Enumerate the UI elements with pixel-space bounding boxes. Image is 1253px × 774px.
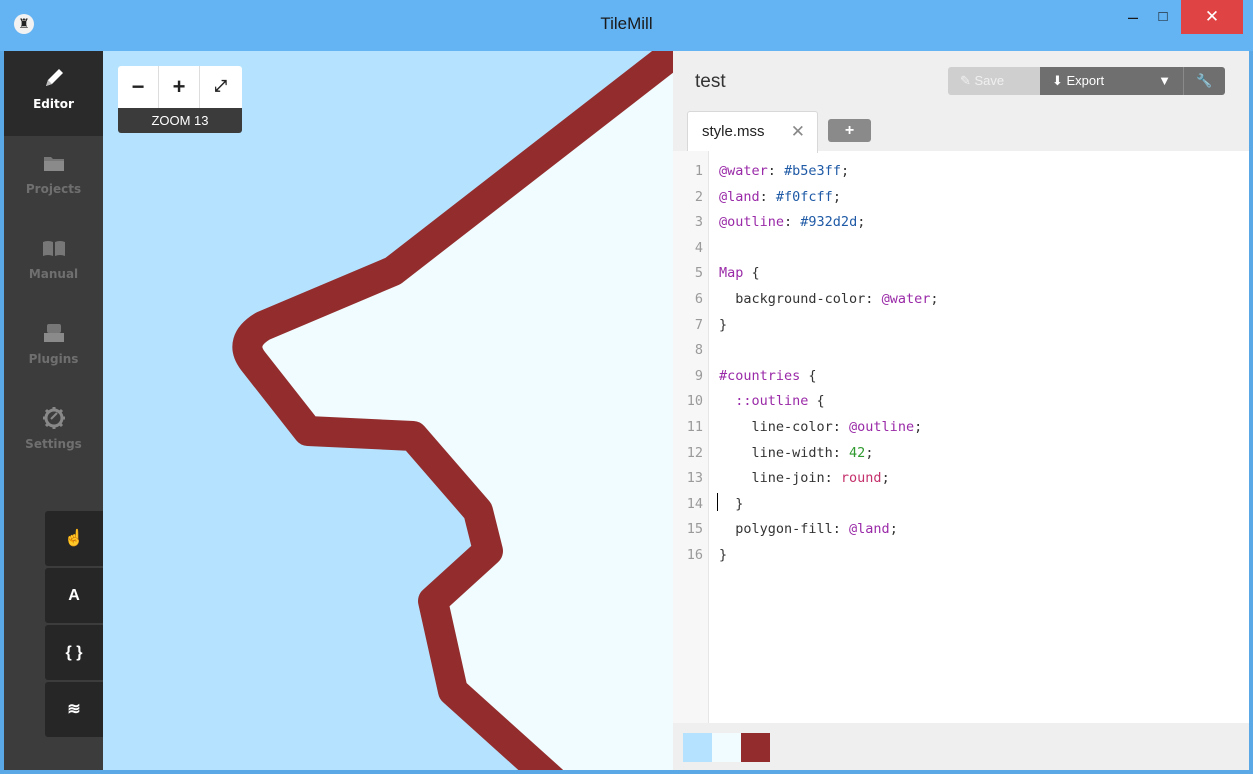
sidebar-item-label: Projects (25, 182, 82, 196)
line-number: 12 (686, 444, 703, 461)
app-frame: Editor Projects Manual Plugins Settings … (4, 51, 1249, 770)
outline-color-swatch[interactable] (741, 733, 770, 762)
code-line: background-color: @water; (719, 291, 939, 307)
hand-tool-button[interactable]: ☝ (45, 511, 103, 566)
tab-label: style.mss (702, 123, 765, 140)
wrench-icon: 🔧 (1196, 73, 1213, 88)
export-button[interactable]: ⬇ Export ▼ (1040, 67, 1183, 95)
line-number: 9 (694, 367, 703, 384)
pencil-icon (45, 69, 63, 86)
code-editor[interactable]: 1 @water: #b5e3ff; 2 @land: #f0fcff; 3 @outli… (673, 151, 1249, 723)
title-bar: ♜ TileMill – □ ✕ (0, 0, 1253, 51)
line-number: 15 (686, 521, 703, 538)
text-cursor (717, 493, 718, 511)
line-number: 16 (686, 547, 703, 563)
line-number: 6 (694, 291, 703, 307)
chevron-down-icon: ▼ (1158, 73, 1171, 88)
sidebar-item-label: Plugins (28, 352, 79, 366)
pencil-icon: ✎ (960, 73, 975, 88)
editor-header: test ✎ Save ⬇ Export ▼ 🔧 style.mss ✕ + (673, 51, 1249, 153)
line-number: 10 (686, 393, 703, 410)
sidebar-item-label: Settings (25, 437, 82, 451)
map-view[interactable]: − + ⤢ ZOOM 13 (103, 51, 673, 770)
editor-toolbar: ✎ Save ⬇ Export ▼ 🔧 (948, 67, 1225, 95)
export-label: Export (1066, 73, 1105, 88)
sidebar-item-plugins[interactable]: Plugins (4, 306, 103, 391)
tab-style-mss[interactable]: style.mss ✕ (687, 111, 818, 153)
sidebar-item-manual[interactable]: Manual (4, 221, 103, 306)
code-line: line-color: @outline; (719, 419, 923, 435)
sidebar-item-label: Manual (28, 267, 79, 281)
add-tab-button[interactable]: + (828, 119, 871, 142)
folder-icon (43, 157, 64, 171)
code-line: @outline: #932d2d; (719, 214, 866, 231)
code-line: #countries { (719, 367, 817, 384)
land-color-swatch[interactable] (712, 733, 741, 762)
line-number: 2 (694, 188, 703, 205)
code-line: } (719, 547, 728, 563)
sidebar-item-settings[interactable]: Settings (4, 391, 103, 476)
code-line: ::outline { (735, 393, 825, 410)
font-tool-button[interactable]: A (45, 568, 103, 623)
line-number: 8 (694, 342, 703, 359)
zoom-control: − + ⤢ ZOOM 13 (118, 66, 242, 137)
line-number: 1 (694, 163, 703, 179)
maximize-button[interactable]: □ (1148, 0, 1178, 36)
code-line: @water: #b5e3ff; (719, 163, 850, 179)
line-number: 4 (694, 239, 703, 256)
book-icon (42, 241, 65, 256)
line-number: 14 (686, 495, 703, 512)
zoom-level-label: ZOOM 13 (118, 108, 242, 133)
code-line: line-join: round; (719, 470, 890, 487)
code-line: } (719, 495, 744, 512)
code-tool-button[interactable]: { } (45, 625, 103, 680)
editor-panel: test ✎ Save ⬇ Export ▼ 🔧 style.mss ✕ + 1… (673, 51, 1249, 770)
sidebar-item-label: Editor (33, 97, 74, 111)
plugin-icon (43, 324, 64, 342)
code-line: Map { (719, 265, 760, 282)
window-title: TileMill (600, 14, 653, 33)
zoom-out-button[interactable]: − (118, 66, 159, 108)
minimize-button[interactable]: – (1118, 0, 1148, 36)
code-line: @land: #f0fcff; (719, 188, 841, 205)
line-number: 3 (694, 214, 703, 231)
save-button[interactable]: ✎ Save (948, 67, 1040, 95)
sidebar-item-projects[interactable]: Projects (4, 136, 103, 221)
save-label: Save (974, 73, 1005, 88)
map-canvas (232, 51, 673, 770)
line-number: 11 (686, 419, 703, 435)
water-color-swatch[interactable] (683, 733, 712, 762)
layers-tool-button[interactable]: ≋ (45, 682, 103, 737)
code-line: } (719, 316, 728, 333)
line-number: 13 (686, 470, 703, 487)
line-number: 7 (694, 316, 703, 333)
gear-icon (42, 407, 65, 429)
download-icon: ⬇ (1052, 73, 1067, 88)
color-palette-bar (673, 723, 1249, 770)
fullscreen-icon[interactable]: ⤢ (200, 66, 241, 108)
project-title: test (695, 71, 726, 92)
code-line: polygon-fill: @land; (719, 521, 898, 538)
sidebar-item-editor[interactable]: Editor (4, 51, 103, 136)
code-line: line-width: 42; (719, 444, 874, 461)
close-button[interactable]: ✕ (1181, 0, 1243, 34)
line-number: 5 (694, 265, 703, 282)
sidebar: Editor Projects Manual Plugins Settings … (4, 51, 103, 770)
line-number-gutter (673, 151, 709, 723)
close-icon[interactable]: ✕ (791, 112, 805, 152)
tool-palette: ☝ A { } ≋ (45, 511, 103, 737)
settings-wrench-button[interactable]: 🔧 (1183, 67, 1225, 95)
zoom-in-button[interactable]: + (159, 66, 200, 108)
